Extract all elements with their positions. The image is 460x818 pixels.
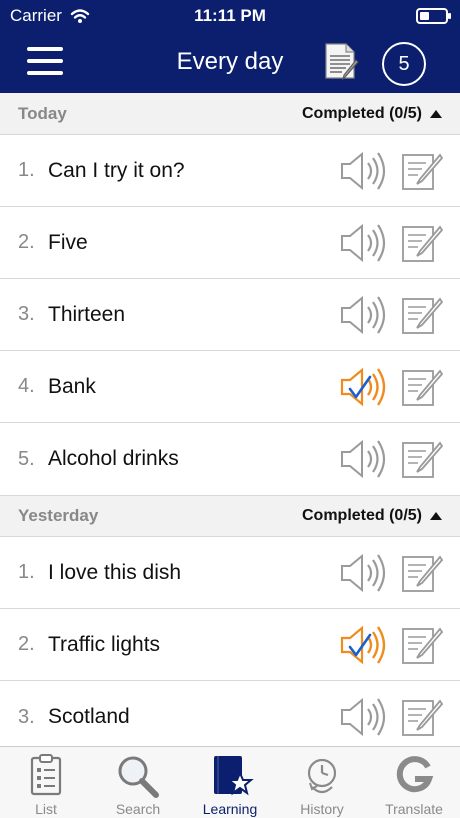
item-number: 3. [18,303,35,325]
item-number: 5. [18,447,35,470]
battery-icon [416,8,451,24]
document-button[interactable] [322,42,360,82]
tab-translate[interactable]: Translate [368,747,460,818]
list-item[interactable]: 5. Alcohol drinks [0,423,460,495]
list-item[interactable]: 4. Bank [0,351,460,423]
tab-label: Translate [385,801,443,817]
edit-note-icon[interactable] [400,293,444,337]
phrase-list: Today Completed (0/5) 1. Can I try it on… [0,93,460,753]
tab-search[interactable]: Search [92,747,184,818]
item-text: Five [48,230,88,254]
item-text: I love this dish [48,560,182,584]
item-number: 2. [18,231,35,253]
item-text: Can I try it on? [48,158,185,182]
item-number: 3. [18,705,35,728]
nav-bar: Every day 5 [0,32,460,93]
speaker-icon[interactable] [338,437,390,481]
edit-note-icon[interactable] [400,695,444,739]
tab-bar: List Search Learning History Translate [0,746,460,818]
tab-history[interactable]: History [276,747,368,818]
item-text: Bank [48,374,96,398]
item-number: 4. [18,375,35,397]
edit-note-icon[interactable] [400,623,444,667]
speaker-active-icon[interactable] [338,365,390,409]
app-header: Carrier 11:11 PM Every day 5 [0,0,460,93]
edit-note-icon[interactable] [400,149,444,193]
edit-note-icon[interactable] [400,365,444,409]
list-item[interactable]: 3. Scotland [0,681,460,753]
speaker-active-icon[interactable] [338,623,390,667]
list-item[interactable]: 1. I love this dish [0,537,460,609]
google-g-icon [396,756,434,793]
completed-label: Completed (0/5) [301,507,422,524]
completed-label: Completed (0/5) [301,104,422,122]
book-star-icon [214,756,254,796]
status-time: 11:11 PM [194,6,266,25]
speaker-icon[interactable] [338,293,390,337]
section-label: Yesterday [18,506,99,525]
tab-label: Learning [202,801,258,817]
item-text: Traffic lights [48,632,161,656]
tab-learning[interactable]: Learning [184,747,276,818]
section-status: Completed (0/5) [302,507,442,525]
list-item[interactable]: 3. Thirteen [0,279,460,351]
section-status: Completed (0/5) [302,105,442,123]
speaker-icon[interactable] [338,149,390,193]
collapse-arrow-icon[interactable] [430,109,442,118]
list-item[interactable]: 2. Five [0,207,460,279]
tab-list[interactable]: List [0,747,92,818]
section-header-today[interactable]: Today Completed (0/5) [0,93,460,135]
document-icon [325,43,359,81]
item-text: Scotland [48,705,130,728]
speaker-icon[interactable] [338,551,390,595]
item-number: 1. [18,159,35,181]
clipboard-icon [30,754,62,796]
list-item[interactable]: 2. Traffic lights [0,609,460,681]
tab-label: List [35,801,57,817]
item-text: Thirteen [48,302,126,326]
edit-note-icon[interactable] [400,551,444,595]
edit-note-icon[interactable] [400,437,444,481]
edit-note-icon[interactable] [400,221,444,265]
collapse-arrow-icon[interactable] [430,512,442,520]
list-item[interactable]: 1. Can I try it on? [0,135,460,207]
item-number: 2. [18,633,35,655]
section-header-yesterday[interactable]: Yesterday Completed (0/5) [0,495,460,537]
item-text: Alcohol drinks [48,447,179,470]
item-number: 1. [18,561,35,583]
section-label: Today [18,103,67,123]
status-bar: Carrier 11:11 PM [0,0,460,32]
tab-label: History [300,801,344,817]
magnifier-icon [118,756,159,798]
clock-history-icon [307,758,337,794]
count-badge-button[interactable]: 5 [382,42,426,86]
speaker-icon[interactable] [338,695,390,739]
speaker-icon[interactable] [338,221,390,265]
tab-label: Search [115,801,161,817]
